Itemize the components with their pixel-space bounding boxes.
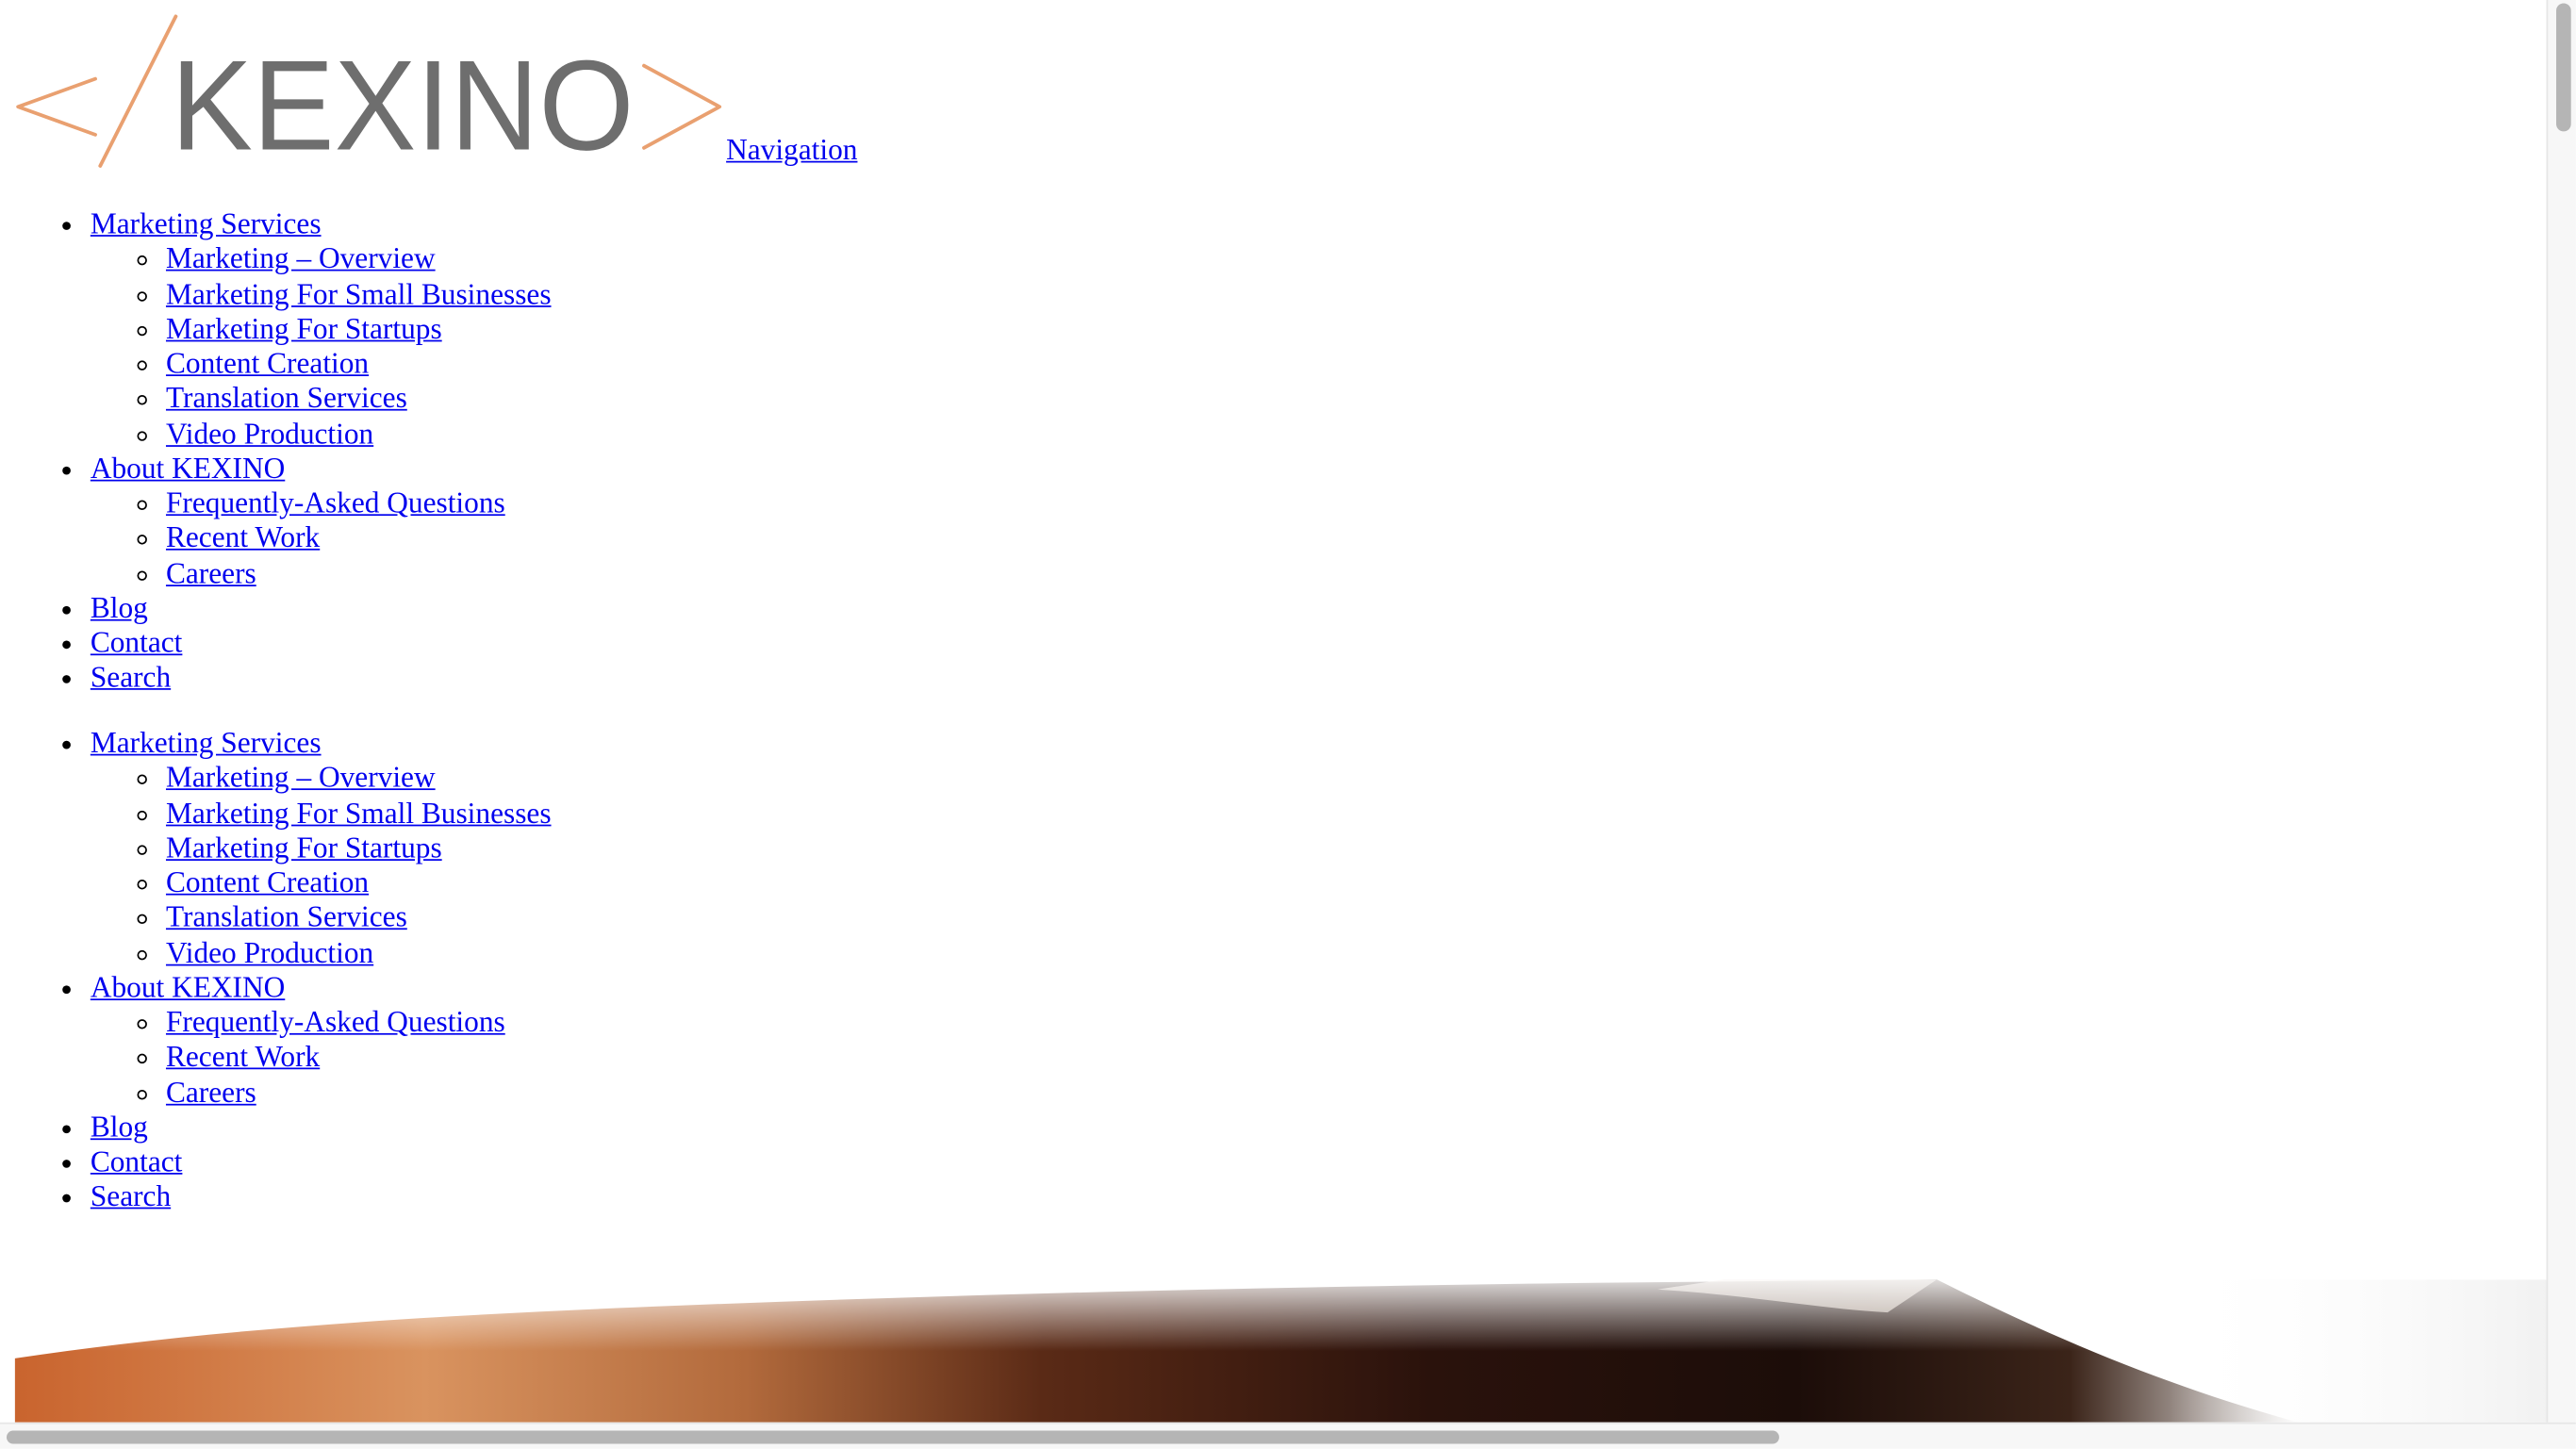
submenu-marketing: Marketing – Overview Marketing For Small… (91, 242, 552, 452)
horizontal-scroll-thumb[interactable] (6, 1430, 1779, 1444)
submenu-link[interactable]: Frequently-Asked Questions (166, 1005, 505, 1038)
submenu-link[interactable]: Recent Work (166, 1040, 320, 1073)
menu-link[interactable]: Search (91, 1179, 171, 1212)
menu-item-about: About KEXINO Frequently-Asked Questions … (91, 970, 552, 1110)
submenu-item: Careers (166, 556, 552, 591)
vertical-scrollbar[interactable] (2546, 0, 2576, 1423)
submenu-link[interactable]: Marketing For Small Businesses (166, 796, 552, 829)
menu-link[interactable]: Marketing Services (91, 207, 322, 240)
submenu-link[interactable]: Careers (166, 1075, 256, 1108)
submenu-item: Careers (166, 1075, 552, 1110)
submenu-item: Video Production (166, 417, 552, 452)
menu-item-search: Search (91, 1179, 552, 1214)
menu-link[interactable]: Blog (91, 1110, 148, 1143)
horizontal-scrollbar[interactable] (0, 1422, 2576, 1449)
submenu-marketing: Marketing – Overview Marketing For Small… (91, 761, 552, 970)
menu-item-marketing-services: Marketing Services Marketing – Overview … (91, 726, 552, 970)
submenu-link[interactable]: Marketing For Small Businesses (166, 277, 552, 310)
submenu-item: Marketing – Overview (166, 242, 552, 277)
submenu-link[interactable]: Recent Work (166, 521, 320, 554)
hero-image (14, 1279, 2549, 1423)
menu-link[interactable]: Contact (91, 626, 183, 659)
submenu-item: Translation Services (166, 900, 552, 935)
submenu-link[interactable]: Translation Services (166, 900, 407, 933)
submenu-item: Frequently-Asked Questions (166, 1005, 552, 1040)
menu-link[interactable]: Search (91, 661, 171, 694)
submenu-link[interactable]: Frequently-Asked Questions (166, 486, 505, 519)
submenu-item: Content Creation (166, 865, 552, 900)
submenu-link[interactable]: Video Production (166, 935, 373, 968)
menu-item-search: Search (91, 661, 552, 696)
menu-item-marketing-services: Marketing Services Marketing – Overview … (91, 207, 552, 452)
submenu-item: Marketing For Small Businesses (166, 277, 552, 312)
submenu-link[interactable]: Video Production (166, 417, 373, 450)
submenu-item: Marketing – Overview (166, 761, 552, 796)
submenu-link[interactable]: Marketing – Overview (166, 761, 436, 794)
submenu-link[interactable]: Careers (166, 556, 256, 589)
menu-link[interactable]: Marketing Services (91, 726, 322, 759)
submenu-item: Recent Work (166, 521, 552, 556)
kexino-logo[interactable]: KEXINO (13, 13, 726, 171)
submenu-item: Content Creation (166, 347, 552, 382)
submenu-link[interactable]: Marketing – Overview (166, 242, 436, 275)
menu-link[interactable]: Contact (91, 1144, 183, 1177)
menu-item-contact: Contact (91, 626, 552, 661)
submenu-link[interactable]: Content Creation (166, 865, 369, 898)
browser-viewport: KEXINO Navigation Marketing Services Mar… (0, 0, 2576, 1449)
menu-item-blog: Blog (91, 1110, 552, 1144)
navigation-toggle-link[interactable]: Navigation (726, 133, 857, 168)
menu-item-contact: Contact (91, 1144, 552, 1179)
menu-item-about: About KEXINO Frequently-Asked Questions … (91, 452, 552, 591)
primary-menu: Marketing Services Marketing – Overview … (0, 207, 552, 696)
site-header: KEXINO Navigation (13, 13, 857, 177)
secondary-menu: Marketing Services Marketing – Overview … (0, 726, 552, 1214)
submenu-about: Frequently-Asked Questions Recent Work C… (91, 1005, 552, 1110)
vertical-scroll-thumb[interactable] (2556, 3, 2571, 132)
menu-link[interactable]: Blog (91, 591, 148, 624)
logo-text: KEXINO (171, 34, 634, 172)
submenu-item: Marketing For Startups (166, 831, 552, 865)
menu-item-blog: Blog (91, 591, 552, 626)
submenu-about: Frequently-Asked Questions Recent Work C… (91, 486, 552, 591)
submenu-item: Translation Services (166, 382, 552, 417)
submenu-item: Marketing For Small Businesses (166, 796, 552, 831)
page-content: KEXINO Navigation Marketing Services Mar… (0, 0, 2549, 1423)
submenu-item: Frequently-Asked Questions (166, 486, 552, 521)
submenu-link[interactable]: Translation Services (166, 382, 407, 415)
submenu-item: Marketing For Startups (166, 312, 552, 347)
submenu-item: Recent Work (166, 1040, 552, 1075)
submenu-item: Video Production (166, 935, 552, 970)
submenu-link[interactable]: Marketing For Startups (166, 312, 442, 345)
menu-link[interactable]: About KEXINO (91, 452, 285, 485)
submenu-link[interactable]: Content Creation (166, 347, 369, 380)
menu-link[interactable]: About KEXINO (91, 970, 285, 1003)
submenu-link[interactable]: Marketing For Startups (166, 831, 442, 864)
